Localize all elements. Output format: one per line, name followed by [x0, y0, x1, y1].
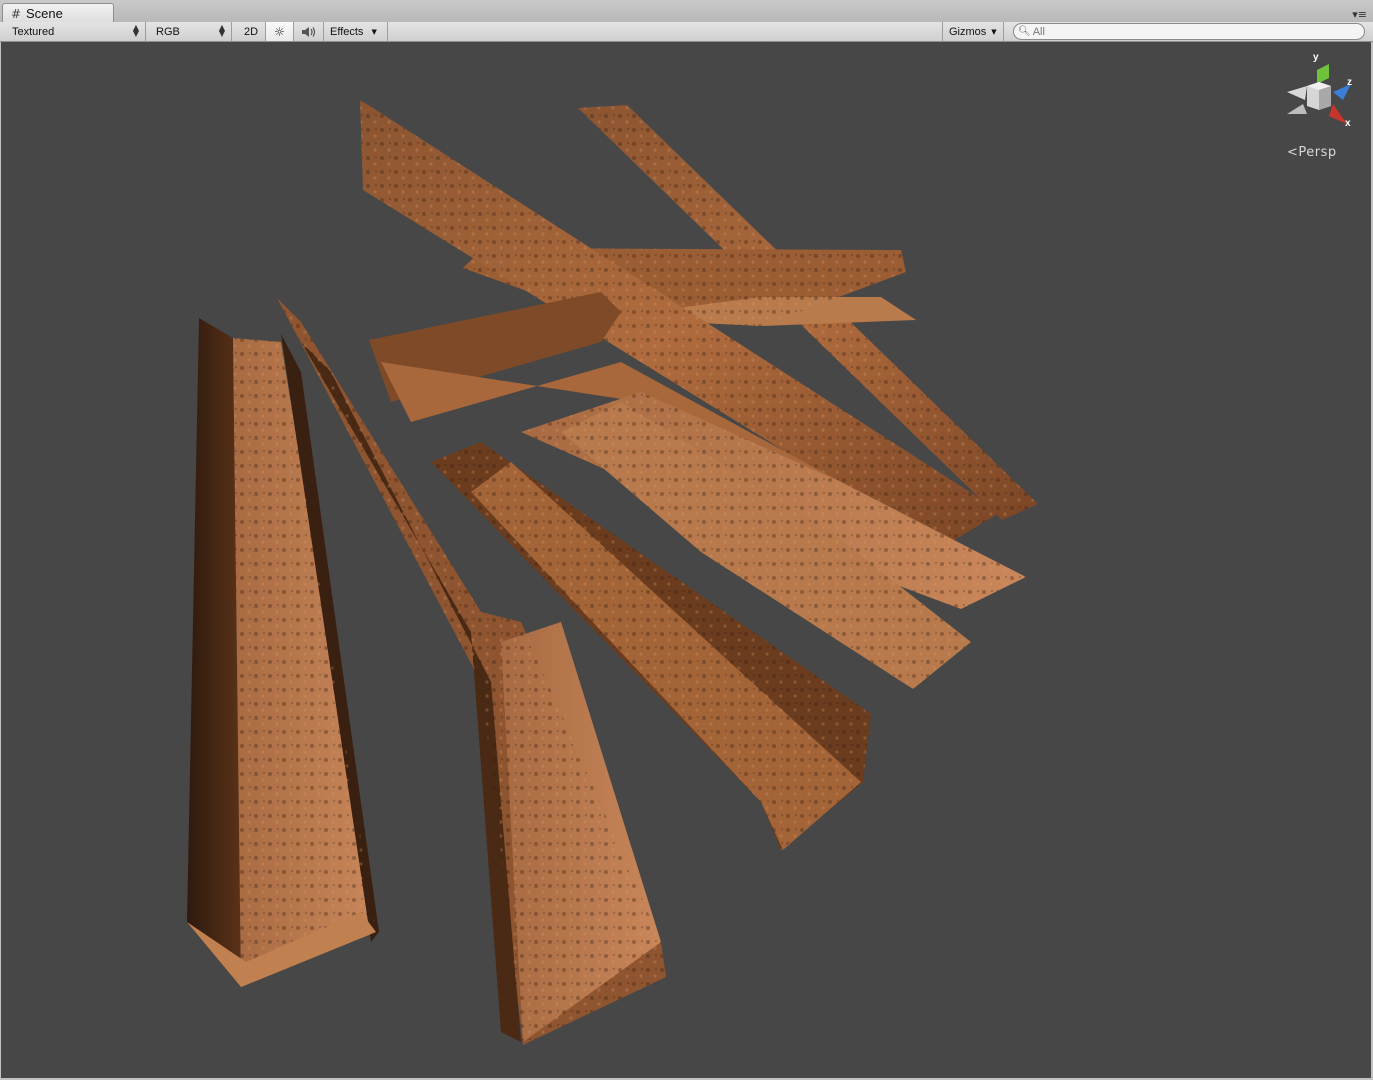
updown-arrow-icon: ▲ ▼ [132, 23, 139, 38]
updown-arrow-icon: ▲ ▼ [218, 23, 225, 38]
gizmos-label: Gizmos [949, 25, 987, 38]
search-input[interactable]: All [1033, 26, 1045, 38]
orientation-gizmo[interactable]: y z x [1277, 52, 1367, 132]
draw-mode-value: Textured [12, 25, 55, 38]
search-icon: 🔍︎ [1018, 26, 1031, 37]
toggle-2d-label: 2D [244, 25, 259, 38]
tab-menu-icon[interactable]: ▾≡ [1352, 8, 1367, 21]
toggle-2d-button[interactable]: 2D [238, 22, 266, 41]
scene-hash-icon: # [10, 6, 22, 21]
tab-scene-label: Scene [26, 6, 63, 21]
chevron-down-icon: ▼ [371, 27, 377, 36]
scene-viewport[interactable]: y z x <Persp [1, 42, 1371, 1078]
projection-label: Persp [1298, 145, 1337, 160]
axis-x-label: x [1345, 118, 1351, 129]
axis-y-label: y [1313, 52, 1319, 63]
lighting-sun-icon: ☼ [274, 24, 285, 39]
perspective-icon: < [1287, 145, 1299, 160]
scene-window: # Scene ▾≡ Textured ▲ ▼ RGB ▲ ▼ 2D ☼ Effec [0, 0, 1373, 1080]
scene-3d-geometry [187, 100, 1038, 1045]
axis-y-cone-icon[interactable] [1317, 64, 1329, 84]
tab-scene[interactable]: # Scene [2, 3, 114, 23]
audio-toggle-button[interactable] [294, 22, 324, 41]
audio-speaker-icon [301, 26, 315, 37]
effects-label: Effects [330, 25, 364, 38]
render-mode-dropdown[interactable]: RGB ▲ ▼ [150, 22, 232, 41]
render-mode-value: RGB [156, 25, 180, 38]
scene-toolbar: Textured ▲ ▼ RGB ▲ ▼ 2D ☼ Effects ▼ Gizmos… [0, 22, 1373, 42]
axis-neg-x-cone-icon[interactable] [1287, 86, 1307, 100]
tab-strip: # Scene ▾≡ [0, 0, 1373, 23]
lighting-toggle-button[interactable]: ☼ [266, 22, 294, 41]
projection-toggle[interactable]: <Persp [1287, 144, 1337, 160]
effects-dropdown[interactable]: Effects ▼ [324, 22, 388, 41]
draw-mode-dropdown[interactable]: Textured ▲ ▼ [6, 22, 146, 41]
axis-neg-z-cone-icon[interactable] [1287, 104, 1307, 114]
hierarchy-search[interactable]: 🔍︎ All [1013, 23, 1365, 40]
axis-z-label: z [1347, 77, 1352, 88]
chevron-down-icon: ▼ [991, 27, 997, 36]
gizmos-dropdown[interactable]: Gizmos ▼ [942, 22, 1004, 41]
